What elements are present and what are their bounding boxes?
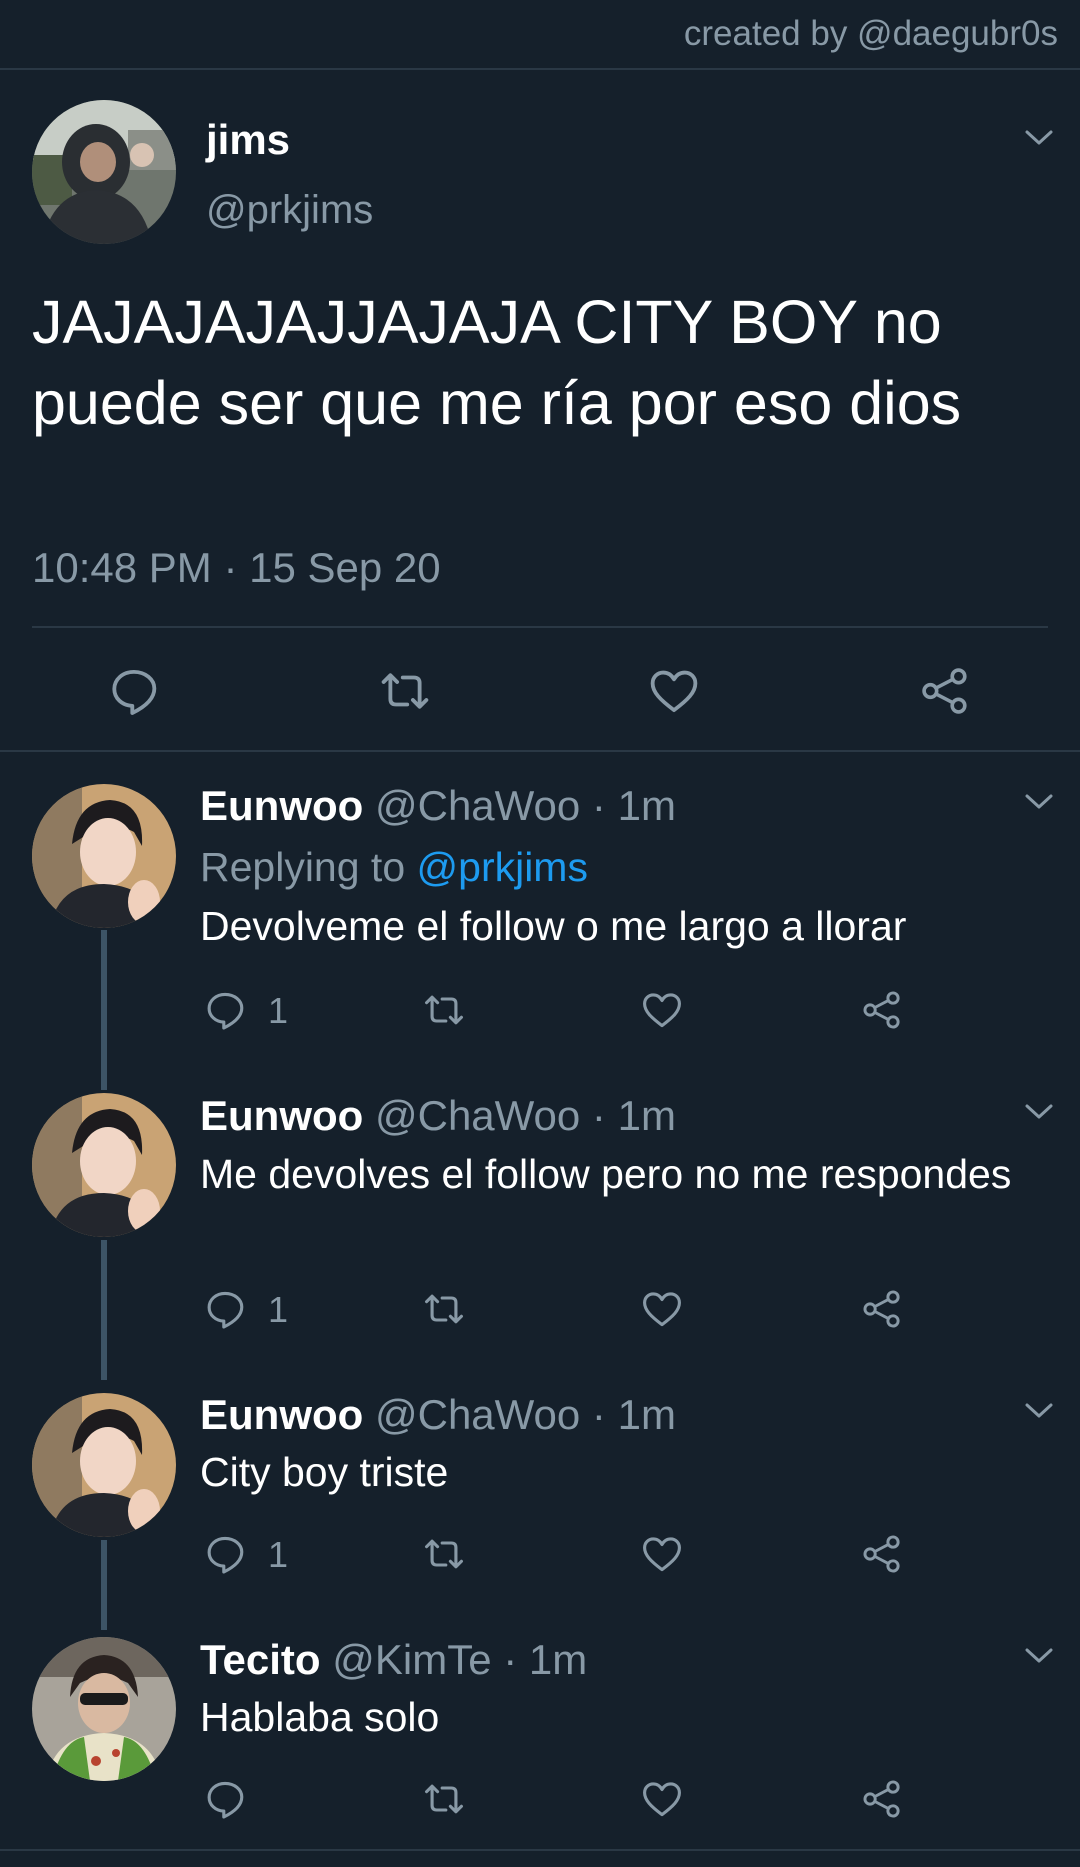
tweet-text: JAJAJAJAJJAJAJA CITY BOY no puede ser qu… bbox=[32, 288, 962, 437]
heart-icon[interactable] bbox=[640, 1287, 684, 1331]
reply-header: Tecito @KimTe · 1m bbox=[200, 1636, 587, 1684]
reply-icon[interactable] bbox=[204, 1532, 248, 1576]
reply-count: 1 bbox=[268, 990, 289, 1031]
reply-header: Eunwoo @ChaWoo · 1m bbox=[200, 1092, 676, 1140]
thread-line bbox=[101, 930, 107, 1090]
replying-to: Replying to @prkjims bbox=[200, 844, 588, 890]
retweet-icon[interactable] bbox=[422, 1777, 466, 1821]
reply-header: Eunwoo @ChaWoo · 1m bbox=[200, 782, 676, 830]
chevron-down-icon[interactable] bbox=[1024, 128, 1054, 148]
reply-icon[interactable] bbox=[204, 988, 248, 1032]
heart-icon[interactable] bbox=[640, 1532, 684, 1576]
chevron-down-icon[interactable] bbox=[1024, 1646, 1054, 1666]
reply-icon[interactable] bbox=[204, 1287, 248, 1331]
author-handle[interactable]: @ChaWoo · 1m bbox=[375, 1092, 676, 1139]
chevron-down-icon[interactable] bbox=[1024, 1102, 1054, 1122]
heart-icon[interactable] bbox=[640, 1777, 684, 1821]
tweet-divider bbox=[32, 626, 1048, 628]
bottom-divider bbox=[0, 1849, 1080, 1851]
reply-text: Devolveme el follow o me largo a llorar bbox=[200, 903, 907, 949]
reply-icon[interactable] bbox=[204, 1777, 248, 1821]
retweet-icon[interactable] bbox=[422, 1532, 466, 1576]
avatar[interactable] bbox=[32, 1393, 176, 1537]
author-handle[interactable]: @ChaWoo · 1m bbox=[375, 782, 676, 829]
share-icon[interactable] bbox=[860, 1532, 904, 1576]
retweet-icon[interactable] bbox=[422, 1287, 466, 1331]
replying-to-link[interactable]: @prkjims bbox=[417, 844, 588, 890]
avatar[interactable] bbox=[32, 784, 176, 928]
author-name[interactable]: jims bbox=[206, 116, 290, 164]
heart-icon[interactable] bbox=[647, 664, 701, 718]
reply-icon[interactable] bbox=[108, 664, 162, 718]
reply-text: Hablaba solo bbox=[200, 1694, 440, 1740]
author-handle[interactable]: @ChaWoo · 1m bbox=[375, 1391, 676, 1438]
heart-icon[interactable] bbox=[640, 988, 684, 1032]
avatar[interactable] bbox=[32, 1093, 176, 1237]
author-name[interactable]: Tecito bbox=[200, 1636, 321, 1683]
author-name[interactable]: Eunwoo bbox=[200, 782, 363, 829]
retweet-icon[interactable] bbox=[378, 664, 432, 718]
avatar[interactable] bbox=[32, 1637, 176, 1781]
retweet-icon[interactable] bbox=[422, 988, 466, 1032]
reply-count: 1 bbox=[268, 1289, 289, 1330]
chevron-down-icon[interactable] bbox=[1024, 792, 1054, 812]
share-icon[interactable] bbox=[860, 1777, 904, 1821]
share-icon[interactable] bbox=[860, 988, 904, 1032]
credit-watermark: created by @daegubr0s bbox=[683, 14, 1058, 53]
thread-line bbox=[101, 1240, 107, 1380]
author-handle[interactable]: @prkjims bbox=[206, 188, 373, 233]
chevron-down-icon[interactable] bbox=[1024, 1401, 1054, 1421]
author-handle[interactable]: @KimTe · 1m bbox=[332, 1636, 587, 1683]
author-name[interactable]: Eunwoo bbox=[200, 1391, 363, 1438]
share-icon[interactable] bbox=[918, 664, 972, 718]
tweet-timestamp: 10:48 PM · 15 Sep 20 bbox=[32, 544, 441, 591]
share-icon[interactable] bbox=[860, 1287, 904, 1331]
main-tweet-divider bbox=[0, 750, 1080, 752]
reply-text: Me devolves el follow pero no me respond… bbox=[200, 1151, 1012, 1197]
author-name[interactable]: Eunwoo bbox=[200, 1092, 363, 1139]
reply-count: 1 bbox=[268, 1534, 289, 1575]
top-divider bbox=[0, 68, 1080, 70]
thread-line bbox=[101, 1540, 107, 1630]
reply-header: Eunwoo @ChaWoo · 1m bbox=[200, 1391, 676, 1439]
reply-text: City boy triste bbox=[200, 1449, 449, 1495]
avatar[interactable] bbox=[32, 100, 176, 244]
